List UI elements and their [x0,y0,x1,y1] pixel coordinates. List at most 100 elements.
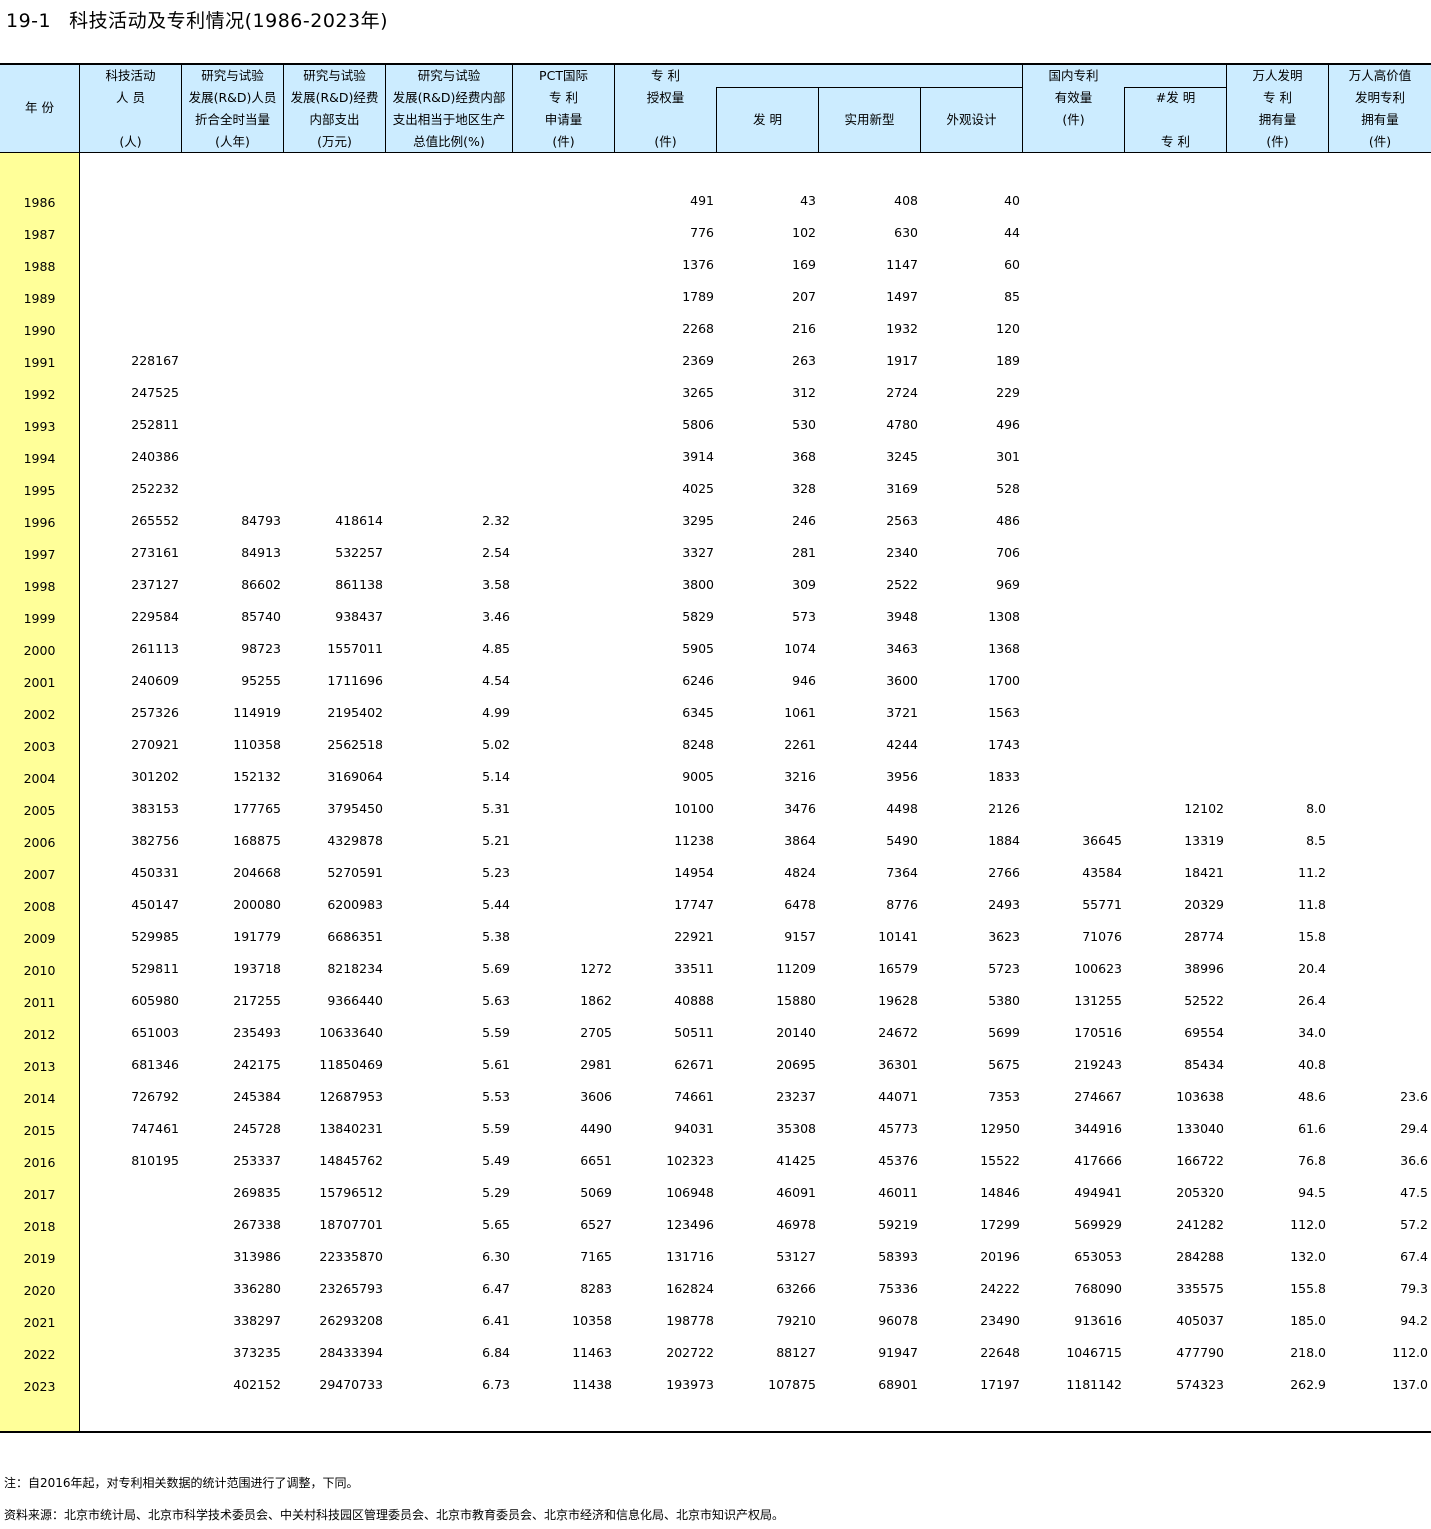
value-cell: 79210 [776,1313,816,1328]
value-cell: 408 [894,193,918,208]
value-cell: 5.38 [482,929,510,944]
value-cell: 4498 [886,801,918,816]
value-cell: 58393 [878,1249,918,1264]
value-cell: 383153 [131,801,179,816]
value-cell: 301 [996,449,1020,464]
year-cell: 1996 [23,515,56,530]
value-cell: 205320 [1176,1185,1224,1200]
value-cell: 5.59 [482,1025,510,1040]
year-cell: 1988 [23,259,56,274]
value-cell: 630 [894,225,918,240]
value-cell: 569929 [1074,1217,1122,1232]
value-cell: 96078 [878,1313,918,1328]
value-cell: 94031 [674,1121,714,1136]
table-row: 2021 338297 26293208 6.41 10358 198778 79210 96… [0,1305,1431,1337]
footnote: 注：自2016年起，对专利相关数据的统计范围进行了调整，下同。 [4,1476,359,1490]
year-cell: 1998 [23,579,56,594]
value-cell: 193718 [233,961,281,976]
value-cell: 382756 [131,833,179,848]
value-cell: 69554 [1184,1025,1224,1040]
value-cell: 605980 [131,993,179,1008]
year-cell: 2016 [23,1155,56,1170]
value-cell: 11438 [572,1377,612,1392]
value-cell: 4824 [784,865,816,880]
value-cell: 2766 [988,865,1020,880]
value-cell: 309 [792,577,816,592]
value-cell: 46978 [776,1217,816,1232]
value-cell: 61.6 [1298,1121,1326,1136]
value-cell: 131716 [666,1249,714,1264]
value-cell: 10633640 [319,1025,383,1040]
table-row: 2023 402152 29470733 6.73 11438 193973 107875 6… [0,1369,1431,1401]
table-row: 2016 810195 253337 14845762 5.49 6651 102323 41… [0,1145,1431,1177]
value-cell: 301202 [131,769,179,784]
value-cell: 40.8 [1298,1057,1326,1072]
value-cell: 34.0 [1298,1025,1326,1040]
value-cell: 10141 [878,929,918,944]
value-cell: 344916 [1074,1121,1122,1136]
value-cell: 11209 [776,961,816,976]
value-cell: 44071 [878,1089,918,1104]
value-cell: 11.8 [1298,897,1326,912]
value-cell: 496 [996,417,1020,432]
value-cell: 2369 [682,353,714,368]
value-cell: 5.29 [482,1185,510,1200]
year-cell: 2021 [23,1315,56,1330]
value-cell: 336280 [233,1281,281,1296]
value-cell: 1308 [988,609,1020,624]
year-cell: 2007 [23,867,56,882]
value-cell: 85740 [241,609,281,624]
year-cell: 1989 [23,291,56,306]
value-cell: 23490 [980,1313,1020,1328]
value-cell: 46091 [776,1185,816,1200]
table-row: 1992 247525 3265 312 2724 229 [0,377,1431,409]
value-cell: 20329 [1184,897,1224,912]
value-cell: 13319 [1184,833,1224,848]
value-cell: 2981 [580,1057,612,1072]
value-cell: 253337 [233,1153,281,1168]
value-cell: 85434 [1184,1057,1224,1072]
value-cell: 247525 [131,385,179,400]
value-cell: 281 [792,545,816,560]
value-cell: 15880 [776,993,816,1008]
value-cell: 36301 [878,1057,918,1072]
value-cell: 166722 [1176,1153,1224,1168]
value-cell: 8776 [886,897,918,912]
value-cell: 86602 [241,577,281,592]
value-cell: 938437 [335,609,383,624]
value-cell: 2.32 [482,513,510,528]
value-cell: 9157 [784,929,816,944]
value-cell: 5.69 [482,961,510,976]
value-cell: 235493 [233,1025,281,1040]
value-cell: 185.0 [1290,1313,1326,1328]
value-cell: 102 [792,225,816,240]
value-cell: 1932 [886,321,918,336]
value-cell: 5270591 [327,865,383,880]
year-cell: 2012 [23,1027,56,1042]
header-per10k-invention: 万人发明专 利拥有量 (件) [1252,68,1303,149]
value-cell: 50511 [674,1025,714,1040]
year-cell: 1991 [23,355,56,370]
value-cell: 5806 [682,417,714,432]
value-cell: 7353 [988,1089,1020,1104]
value-cell: 14954 [674,865,714,880]
value-cell: 252811 [131,417,179,432]
value-cell: 75336 [878,1281,918,1296]
table-row: 2004 301202 152132 3169064 5.14 9005 3216 3956 1… [0,761,1431,793]
table-row: 2005 383153 177765 3795450 5.31 10100 3476 4498… [0,793,1431,825]
value-cell: 133040 [1176,1121,1224,1136]
value-cell: 15.8 [1298,929,1326,944]
value-cell: 1557011 [327,641,383,656]
table-row: 1991 228167 2369 263 1917 189 [0,345,1431,377]
table-row: 1989 1789 207 1497 85 [0,281,1431,313]
value-cell: 12102 [1184,801,1224,816]
table-bottom-border [0,1431,1431,1433]
value-cell: 22648 [980,1345,1020,1360]
value-cell: 3606 [580,1089,612,1104]
value-cell: 219243 [1074,1057,1122,1072]
value-cell: 265552 [131,513,179,528]
value-cell: 245728 [233,1121,281,1136]
value-cell: 3.46 [482,609,510,624]
year-cell: 2004 [23,771,56,786]
value-cell: 6.84 [482,1345,510,1360]
